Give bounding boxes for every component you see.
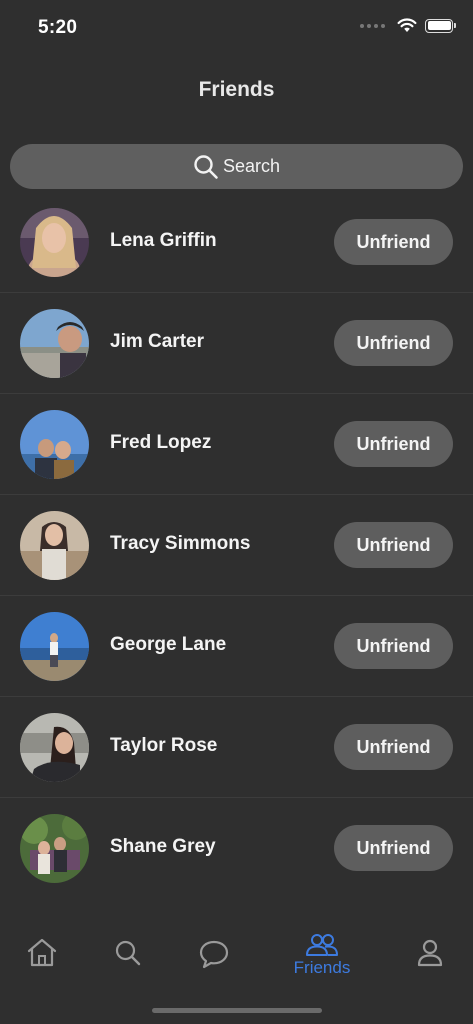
- friend-list: Lena Griffin Unfriend Jim Carter Unfrien…: [0, 192, 473, 899]
- avatar[interactable]: [20, 208, 89, 277]
- friend-row: George Lane Unfriend: [0, 596, 473, 697]
- friend-row: Taylor Rose Unfriend: [0, 697, 473, 798]
- status-time: 5:20: [38, 17, 78, 38]
- avatar[interactable]: [20, 814, 89, 883]
- friend-name: Jim Carter: [110, 331, 204, 352]
- avatar[interactable]: [20, 612, 89, 681]
- search-label: Search: [222, 156, 281, 176]
- friend-row: Lena Griffin Unfriend: [0, 192, 473, 293]
- battery-icon: [425, 18, 456, 33]
- friends-icon: [306, 934, 338, 956]
- unfriend-button[interactable]: Unfriend: [334, 825, 453, 871]
- search-icon: [115, 940, 141, 966]
- cellular-signal-icon: [360, 23, 385, 28]
- friend-name: Lena Griffin: [110, 230, 217, 251]
- tab-search[interactable]: [88, 939, 168, 999]
- friend-row: Shane Grey Unfriend: [0, 798, 473, 899]
- tab-friends-label: Friends: [293, 958, 351, 977]
- chat-bubble-icon: [199, 940, 229, 969]
- avatar[interactable]: [20, 309, 89, 378]
- friend-name: Taylor Rose: [110, 735, 218, 756]
- home-indicator[interactable]: [152, 1008, 322, 1013]
- friend-row: Fred Lopez Unfriend: [0, 394, 473, 495]
- avatar[interactable]: [20, 511, 89, 580]
- unfriend-button[interactable]: Unfriend: [334, 724, 453, 770]
- avatar[interactable]: [20, 410, 89, 479]
- unfriend-button[interactable]: Unfriend: [334, 320, 453, 366]
- unfriend-button[interactable]: Unfriend: [334, 219, 453, 265]
- unfriend-button[interactable]: Unfriend: [334, 522, 453, 568]
- status-bar: 5:20: [0, 0, 473, 56]
- friend-name: George Lane: [110, 634, 227, 655]
- profile-icon: [417, 939, 443, 967]
- search-input[interactable]: Search: [10, 144, 463, 189]
- status-icons: [360, 18, 456, 33]
- page-title: Friends: [198, 78, 275, 101]
- friend-name: Shane Grey: [110, 836, 216, 857]
- tab-bar: Friends: [0, 925, 473, 995]
- tab-home[interactable]: [2, 937, 82, 997]
- friend-row: Jim Carter Unfriend: [0, 293, 473, 394]
- avatar[interactable]: [20, 713, 89, 782]
- tab-friends[interactable]: Friends: [282, 933, 362, 993]
- wifi-icon: [397, 18, 417, 32]
- tab-profile[interactable]: [390, 939, 470, 999]
- friend-name: Tracy Simmons: [110, 533, 251, 554]
- search-icon: [194, 154, 218, 179]
- tab-chat[interactable]: [174, 939, 254, 999]
- friend-name: Fred Lopez: [110, 432, 212, 453]
- home-icon: [27, 938, 57, 967]
- unfriend-button[interactable]: Unfriend: [334, 623, 453, 669]
- friend-row: Tracy Simmons Unfriend: [0, 495, 473, 596]
- unfriend-button[interactable]: Unfriend: [334, 421, 453, 467]
